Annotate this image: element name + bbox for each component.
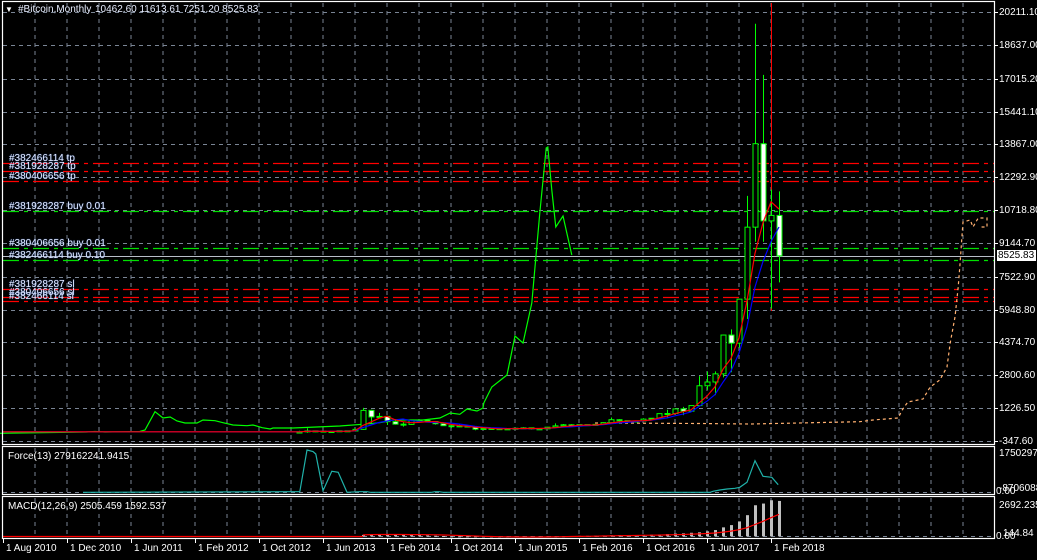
force-index-line (82, 449, 779, 493)
time-axis-label: 1 Dec 2010 (70, 543, 122, 554)
chart-header: #Bitcoin,Monthly (18, 4, 92, 15)
candle-bullish (768, 214, 775, 222)
candles (296, 23, 783, 434)
price-axis-label: 15441.10 (999, 106, 1037, 118)
price-axis-label: 5948.80 (999, 304, 1036, 316)
order-lines[interactable] (3, 3, 994, 311)
macd-histogram-bar (778, 500, 781, 537)
time-axis-label: 1 Oct 2012 (262, 543, 311, 554)
price-axis-label: 2800.60 (999, 370, 1036, 382)
time-axis-label: 1 Jun 2013 (326, 543, 376, 554)
ma-fast-line (3, 200, 780, 433)
macd-histogram-bar (762, 503, 765, 537)
order-label-sl[interactable]: #382466114 sl (9, 291, 74, 302)
candle-bullish (664, 413, 671, 416)
order-label-buy[interactable]: #380406656 buy 0.01 (9, 238, 106, 249)
order-label-tp[interactable]: #380406656 tp (9, 171, 76, 182)
time-axis-label: 1 Aug 2010 (6, 543, 57, 554)
price-axis-label: 17015.20 (999, 73, 1037, 85)
macd-histogram-bar (450, 536, 453, 538)
ma-slow-line (3, 226, 780, 433)
time-axis-label: 1 Jun 2015 (518, 543, 568, 554)
pane-border (1, 445, 996, 496)
time-axis-label: 1 Oct 2016 (646, 543, 695, 554)
macd-histogram-bar (746, 515, 749, 537)
macd-histogram-bar (754, 505, 757, 537)
macd-axis-zero: 0.00 (996, 531, 1016, 542)
price-axis-label: -347.60 (999, 436, 1033, 447)
candle-bearish (440, 423, 447, 427)
time-axis-label: 1 Jun 2017 (710, 543, 760, 554)
candle-bearish (616, 419, 623, 422)
moving-averages (3, 200, 780, 433)
force-pane-plot (82, 449, 779, 493)
force-axis-top: 17502974 (999, 448, 1037, 459)
price-axis-label: 12292.90 (999, 172, 1037, 184)
time-axis-label: 1 Feb 2014 (390, 543, 441, 554)
price-axis-label: 7522.90 (999, 271, 1036, 283)
price-axis-label: 1226.50 (999, 403, 1036, 415)
price-axis-label: 9144.70 (999, 237, 1036, 249)
macd-histogram-bar (442, 536, 445, 538)
time-axis-label: 1 Feb 2012 (198, 543, 249, 554)
candle-bearish (760, 143, 767, 222)
time-axis-label: 1 Jun 2011 (134, 543, 183, 554)
price-axis-label: 20211.10 (999, 7, 1037, 18)
chart-window[interactable]: ▼ #Bitcoin,Monthly 10462.60 11613.61 725… (0, 0, 1037, 560)
candle-bearish (776, 214, 783, 257)
pane-border (1, 0, 996, 446)
current-price-label: 8525.83 (997, 250, 1036, 261)
chart-menu-triangle-icon[interactable]: ▼ (5, 4, 13, 15)
macd-histogram-bar (458, 536, 461, 538)
force-indicator-label: Force(13) 279162241.9415 (8, 451, 130, 462)
price-axis-label: 10718.80 (999, 205, 1037, 217)
candle-bearish (368, 409, 375, 418)
candle-bearish (448, 425, 455, 428)
candle-bullish (704, 381, 711, 387)
grid (3, 3, 994, 538)
candle-bullish (752, 143, 759, 228)
candle-bullish (480, 427, 487, 430)
time-axis-label: 1 Feb 2018 (774, 543, 825, 554)
candle-bullish (560, 424, 567, 427)
price-axis-label: 4374.70 (999, 337, 1036, 349)
order-label-buy[interactable]: #381928287 buy 0.01 (9, 201, 106, 212)
time-axis-label: 1 Oct 2014 (454, 543, 503, 554)
force-axis-zero: 0.00 (996, 486, 1016, 497)
price-axis-label: 13867.00 (999, 139, 1037, 151)
candle-bearish (392, 421, 399, 425)
time-axis-label: 1 Feb 2016 (582, 543, 633, 554)
chart-canvas[interactable] (0, 0, 1037, 560)
price-axis-label: 18637.00 (999, 39, 1037, 51)
macd-histogram-bar (434, 535, 437, 537)
macd-histogram-bar (466, 536, 469, 538)
macd-histogram-bar (426, 535, 429, 537)
order-label-buy[interactable]: #382466114 buy 0.10 (9, 250, 105, 261)
pane-frames (1, 0, 998, 543)
chart-header-ohlc: 10462.60 11613.61 7251.20 8525.83 (95, 4, 259, 15)
macd-indicator-label: MACD(12,26,9) 2505.459 1592.537 (8, 501, 167, 512)
candle-bearish (728, 334, 735, 344)
candle-bearish (400, 423, 407, 426)
macd-histogram-bar (418, 535, 421, 537)
macd-axis-top: 2692.235 (999, 500, 1037, 511)
